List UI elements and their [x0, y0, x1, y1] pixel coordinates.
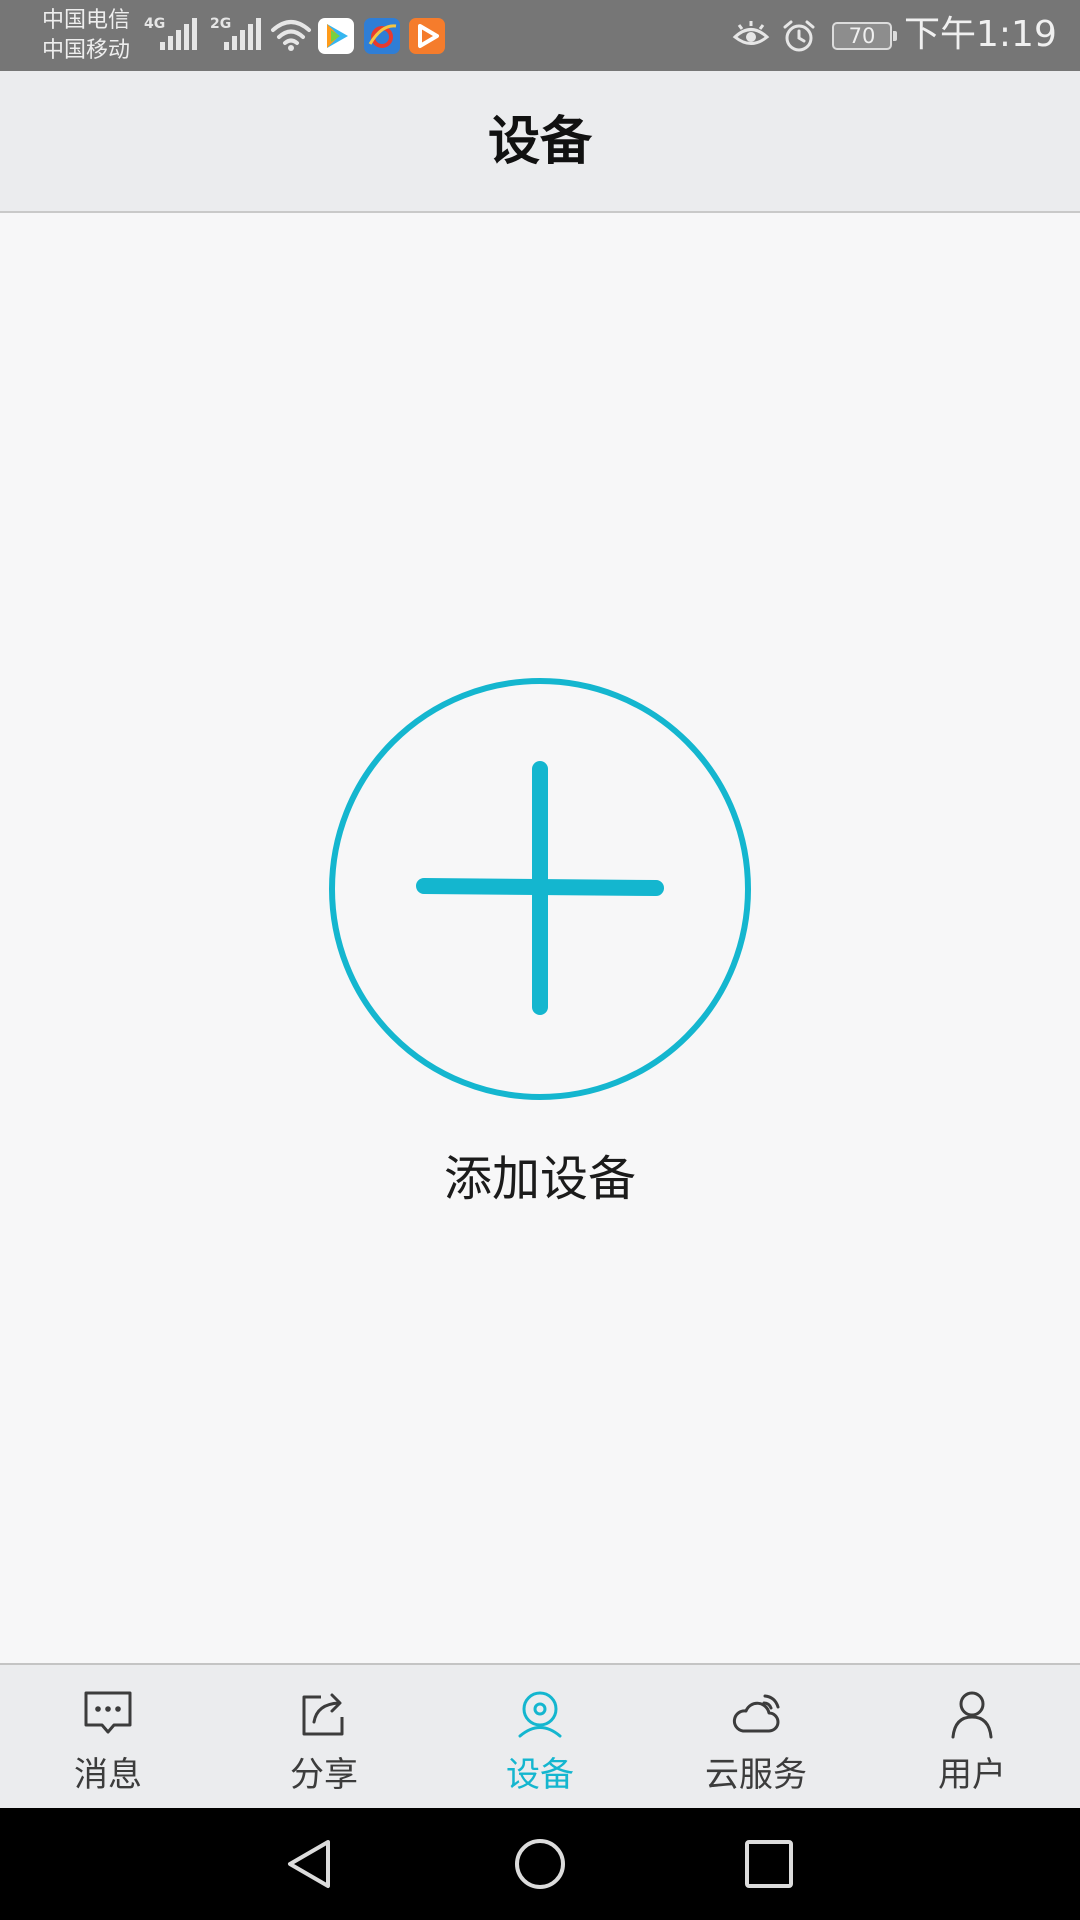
add-device-button[interactable]: [328, 677, 752, 1101]
device-icon: [518, 1691, 562, 1738]
tencent-video-icon: [318, 18, 354, 54]
browser-icon: [364, 18, 400, 54]
signal-icon: [160, 18, 197, 50]
recents-icon[interactable]: [741, 1836, 797, 1892]
nav-label-share: 分享: [290, 1755, 358, 1795]
battery-icon: 70: [832, 22, 897, 50]
eye-comfort-icon: [732, 21, 770, 45]
user-icon: [951, 1691, 993, 1739]
cloud-icon: [732, 1694, 780, 1733]
carrier-info: 中国电信 中国移动: [42, 6, 130, 66]
nav-label-user: 用户: [938, 1755, 1006, 1795]
add-device-label: 添加设备: [443, 1151, 636, 1207]
carrier-1: 中国电信: [42, 8, 131, 33]
wifi-icon: [271, 20, 311, 51]
status-time: 下午1:19: [904, 14, 1057, 55]
alarm-icon: [783, 20, 815, 52]
video-app-icon: [409, 18, 445, 54]
battery-level: 70: [848, 24, 876, 48]
title-bar: 设备: [0, 71, 1080, 213]
carrier-2: 中国移动: [42, 38, 131, 63]
nav-item-messages[interactable]: 消息: [0, 1665, 216, 1808]
message-icon: [84, 1691, 132, 1734]
nav-item-cloud[interactable]: 云服务: [648, 1665, 864, 1808]
signal-icon-2: [224, 18, 261, 50]
nav-label-messages: 消息: [74, 1755, 142, 1795]
main-content: 添加设备: [0, 215, 1080, 1663]
status-bar: 中国电信 中国移动 4G 2G 70 下午1:19: [0, 0, 1080, 71]
bottom-nav: 消息 分享 设备 云服务 用户: [0, 1663, 1080, 1808]
home-icon[interactable]: [512, 1836, 568, 1892]
nav-label-device: 设备: [506, 1755, 574, 1795]
nav-label-cloud: 云服务: [705, 1755, 807, 1795]
back-icon[interactable]: [282, 1836, 338, 1892]
system-nav-bar: [0, 1808, 1080, 1920]
screen: 中国电信 中国移动 4G 2G 70 下午1:19 设备 添加设备 消息 分享 …: [0, 0, 1080, 1920]
nav-item-share[interactable]: 分享: [216, 1665, 432, 1808]
page-title: 设备: [487, 112, 592, 172]
nav-item-device[interactable]: 设备: [432, 1665, 648, 1808]
share-icon: [302, 1693, 344, 1736]
nav-item-user[interactable]: 用户: [864, 1665, 1080, 1808]
